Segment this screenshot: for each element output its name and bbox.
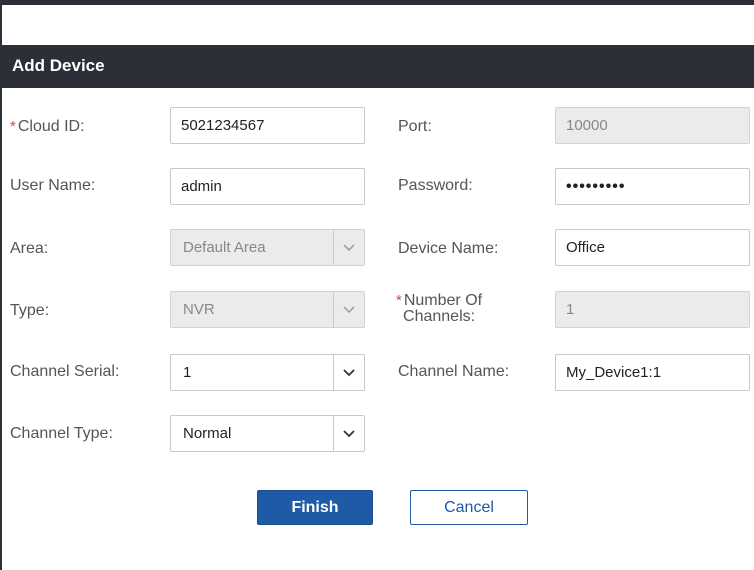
- channel-serial-select-value: 1: [183, 364, 192, 381]
- type-label: Type:: [10, 302, 50, 319]
- area-select-value: Default Area: [183, 239, 266, 256]
- area-select: Default Area: [170, 229, 365, 266]
- required-mark: *: [10, 118, 16, 135]
- chevron-down-icon[interactable]: [333, 355, 364, 390]
- channel-type-select-value: Normal: [183, 425, 232, 442]
- dialog-header: Add Device: [2, 45, 754, 88]
- channel-name-input[interactable]: My_Device1:1: [555, 354, 750, 391]
- number-of-channels-label-line2: Channels:: [403, 308, 476, 325]
- number-of-channels-label: * Number Of Channels:: [396, 293, 482, 325]
- port-label: Port:: [398, 118, 432, 135]
- device-name-input[interactable]: Office: [555, 229, 750, 266]
- cloud-id-label-text: Cloud ID:: [17, 118, 85, 135]
- type-select-value: NVR: [183, 301, 215, 318]
- channel-name-label: Channel Name:: [398, 363, 510, 380]
- user-name-label: User Name:: [10, 177, 96, 194]
- port-input: 10000: [555, 107, 750, 144]
- number-of-channels-input: 1: [555, 291, 750, 328]
- channel-type-label: Channel Type:: [10, 425, 113, 442]
- password-label: Password:: [398, 177, 473, 194]
- cloud-id-input[interactable]: 5021234567: [170, 107, 365, 144]
- chevron-down-icon[interactable]: [333, 416, 364, 451]
- channel-type-select[interactable]: Normal: [170, 415, 365, 452]
- area-label: Area:: [10, 240, 49, 257]
- chevron-down-icon: [333, 292, 364, 327]
- top-bar: [0, 0, 754, 5]
- type-select: NVR: [170, 291, 365, 328]
- device-name-label: Device Name:: [398, 240, 499, 257]
- channel-serial-label: Channel Serial:: [10, 363, 120, 380]
- cancel-button[interactable]: Cancel: [410, 490, 528, 525]
- number-of-channels-label-line1: Number Of: [403, 292, 483, 309]
- finish-button[interactable]: Finish: [257, 490, 373, 525]
- required-mark: *: [396, 292, 402, 309]
- chevron-down-icon: [333, 230, 364, 265]
- add-device-dialog: Add Device * Cloud ID: 5021234567 Port: 1…: [2, 45, 754, 535]
- dialog-title: Add Device: [12, 56, 105, 75]
- user-name-input[interactable]: admin: [170, 168, 365, 205]
- cloud-id-label: * Cloud ID:: [10, 118, 85, 136]
- channel-serial-select[interactable]: 1: [170, 354, 365, 391]
- password-input[interactable]: •••••••••: [555, 168, 750, 205]
